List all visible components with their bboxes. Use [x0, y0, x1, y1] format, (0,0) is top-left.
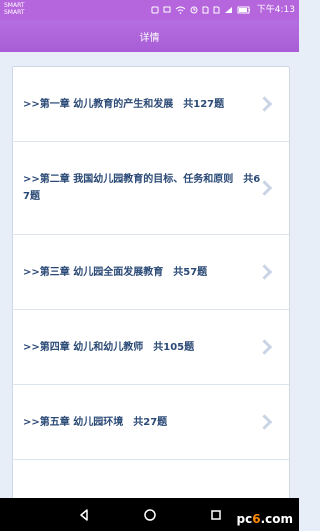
chapter-item-6-partial[interactable]	[13, 460, 289, 499]
chevron-right-icon	[256, 264, 273, 280]
chevron-right-icon	[256, 414, 273, 430]
status-bar: SMART SMART 下午4:13	[0, 0, 299, 20]
recent-apps-icon	[210, 509, 221, 520]
chapter-item-3[interactable]: >>第三章 幼儿园全面发展教育 共57题	[13, 235, 289, 310]
system-navigation-bar: pc6.com	[0, 498, 299, 531]
page-title: 详情	[139, 32, 160, 44]
status-icons: 下午4:13	[151, 4, 295, 16]
wifi-icon	[175, 6, 186, 14]
chapter-list[interactable]: >>第一章 幼儿教育的产生和发展 共127题 >>第二章 我国幼儿园教育的目标、…	[12, 66, 290, 500]
chapter-item-4[interactable]: >>第四章 幼儿和幼儿教师 共105题	[13, 310, 289, 385]
chapter-item-1[interactable]: >>第一章 幼儿教育的产生和发展 共127题	[13, 67, 289, 142]
watermark-tail: .com	[260, 512, 293, 526]
notification-icon	[151, 6, 159, 14]
chapter-item-2[interactable]: >>第二章 我国幼儿园教育的目标、任务和原则 共67题	[13, 142, 289, 235]
back-button[interactable]	[51, 498, 117, 531]
chapter-title-5: >>第五章 幼儿园环境 共27题	[23, 416, 168, 428]
sim-card-icon	[202, 6, 209, 14]
home-icon	[143, 508, 156, 521]
home-button[interactable]	[117, 498, 183, 531]
sim-card-icon-2	[213, 6, 220, 14]
carrier-label-2: SMART	[4, 9, 25, 16]
carrier-label-1: SMART	[4, 2, 25, 9]
clock-time: 下午4:13	[256, 5, 295, 15]
carrier-labels: SMART SMART	[4, 2, 25, 16]
signal-icon	[224, 7, 232, 13]
chevron-right-icon	[256, 96, 273, 112]
site-watermark: pc6.com	[237, 512, 293, 526]
battery-icon	[237, 6, 250, 14]
message-icon	[163, 6, 171, 13]
chevron-right-icon	[256, 339, 273, 355]
chapter-title-4: >>第四章 幼儿和幼儿教师 共105题	[23, 341, 195, 353]
chapter-title-3: >>第三章 幼儿园全面发展教育 共57题	[23, 266, 208, 278]
alarm-icon	[190, 6, 198, 14]
back-icon	[79, 508, 88, 521]
watermark-six: 6	[252, 512, 261, 526]
app-header: 详情	[0, 20, 299, 52]
chapter-item-5[interactable]: >>第五章 幼儿园环境 共27题	[13, 385, 289, 460]
chapter-title-1: >>第一章 幼儿教育的产生和发展 共127题	[23, 98, 225, 110]
watermark-pc: pc	[236, 512, 253, 526]
chapter-title-2: >>第二章 我国幼儿园教育的目标、任务和原则 共67题	[23, 174, 261, 202]
